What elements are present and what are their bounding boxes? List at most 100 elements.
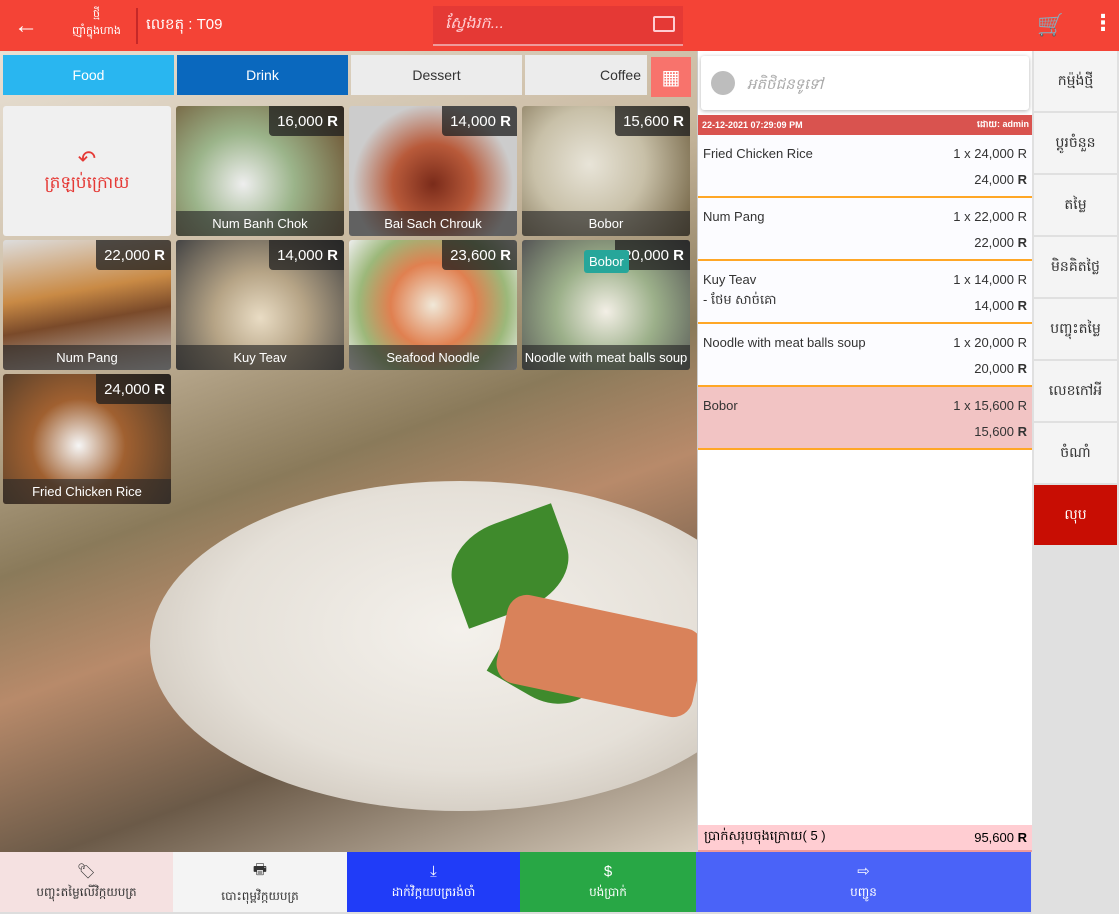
cart-add-icon[interactable]: 🛒	[1037, 12, 1064, 38]
price-value: 20,000	[623, 247, 669, 264]
product-price: 15,600 R	[615, 106, 690, 136]
product-grid: ↶ ត្រឡប់ក្រោយ 16,000 R Num Banh Chok 14,00…	[3, 106, 690, 504]
item-name: Bobor	[703, 398, 738, 413]
order-item[interactable]: Bobor 1 x 15,600 R 15,600 R	[698, 387, 1033, 450]
product-tile[interactable]: 23,600 R Seafood Noodle	[349, 240, 517, 370]
order-mode[interactable]: ថ្មី ញ៉ាំក្នុងហាង	[72, 6, 121, 40]
tab-coffee[interactable]: Coffee	[525, 55, 647, 95]
item-name: Noodle with meat balls soup	[703, 335, 866, 350]
customer-name: អតិថិជនទូទៅ	[747, 76, 824, 93]
side-action-7[interactable]: លុប	[1034, 485, 1117, 546]
printer-icon: 🖶	[252, 860, 268, 878]
tab-food[interactable]: Food	[3, 55, 174, 95]
product-name: Kuy Teav	[176, 345, 344, 370]
product-price: 14,000 R	[269, 240, 344, 270]
product-tile[interactable]: 20,000 R Bobor Noodle with meat balls soup	[522, 240, 690, 370]
side-action-3[interactable]: មិនគិតថ្លៃ	[1034, 237, 1117, 298]
bottom-action-label: បង់ប្រាក់	[589, 884, 627, 899]
item-total-value: 15,600	[974, 424, 1014, 439]
product-name: Num Banh Chok	[176, 211, 344, 236]
product-tile[interactable]: 14,000 R Kuy Teav	[176, 240, 344, 370]
product-name: Bai Sach Chrouk	[349, 211, 517, 236]
item-total-currency: R	[1017, 235, 1027, 250]
total-label: ប្រាក់សរុបចុងក្រោយ( 5 )	[704, 828, 826, 843]
tab-dessert[interactable]: Dessert	[351, 55, 522, 95]
item-qty-price: 1 x 15,600 R	[953, 398, 1027, 413]
tab-drink[interactable]: Drink	[177, 55, 348, 95]
back-arrow-icon[interactable]: ←	[14, 12, 38, 40]
item-qty-price: 1 x 24,000 R	[953, 146, 1027, 161]
back-tile[interactable]: ↶ ត្រឡប់ក្រោយ	[3, 106, 171, 236]
product-price: 22,000 R	[96, 240, 171, 270]
product-badge: Bobor	[584, 250, 629, 273]
search-input[interactable]	[433, 6, 633, 42]
bottom-action-download[interactable]: ⤓ ដាក់វិក្កយបត្ររង់ចាំ	[347, 852, 520, 912]
price-value: 14,000	[450, 113, 496, 130]
order-user: ដោយ: admin	[977, 118, 1029, 129]
bottom-actions: 🏷 បញ្ចុះតម្លៃលើវិក្កយបត្រ 🖶 បោះពុម្ពវិក្កយប…	[0, 852, 1031, 912]
side-action-0[interactable]: កម្ម៉ង់ថ្មី	[1034, 51, 1117, 112]
item-total: 15,600 R	[974, 424, 1027, 439]
price-currency: R	[673, 247, 684, 264]
product-tile[interactable]: 16,000 R Num Banh Chok	[176, 106, 344, 236]
order-item[interactable]: Kuy Teav 1 x 14,000 R - ថែម សាច់គោ 14,000 R	[698, 261, 1033, 324]
arrow-right-icon: ⇨	[857, 863, 870, 880]
mode-dine-in: ញ៉ាំក្នុងហាង	[72, 25, 121, 37]
keyboard-icon[interactable]	[653, 16, 675, 32]
side-action-4[interactable]: បញ្ចុះតម្លៃ	[1034, 299, 1117, 360]
undo-arrow-icon: ↶	[77, 145, 97, 171]
item-total-value: 22,000	[974, 235, 1014, 250]
price-value: 23,600	[450, 247, 496, 264]
item-qty-price: 1 x 14,000 R	[953, 272, 1027, 287]
bottom-action-printer[interactable]: 🖶 បោះពុម្ពវិក្កយបត្រ	[173, 852, 347, 912]
price-value: 24,000	[104, 381, 150, 398]
product-tile[interactable]: 22,000 R Num Pang	[3, 240, 171, 370]
order-item[interactable]: Num Pang 1 x 22,000 R 22,000 R	[698, 198, 1033, 261]
customer-selector[interactable]: អតិថិជនទូទៅ	[701, 56, 1029, 110]
item-total-currency: R	[1017, 298, 1027, 313]
bottom-action-label: បោះពុម្ពវិក្កយបត្រ	[221, 888, 299, 903]
product-name: Bobor	[522, 211, 690, 236]
product-tile[interactable]: 15,600 R Bobor	[522, 106, 690, 236]
grid-view-icon[interactable]: ▦	[651, 57, 691, 97]
price-currency: R	[500, 113, 511, 130]
side-action-1[interactable]: ប្តូរចំនួន	[1034, 113, 1117, 174]
item-total-value: 14,000	[974, 298, 1014, 313]
order-panel: អតិថិជនទូទៅ 22-12-2021 07:29:09 PM ដោយ: …	[697, 51, 1033, 852]
bottom-action-dollar[interactable]: $ បង់ប្រាក់	[520, 852, 696, 912]
product-tile[interactable]: 14,000 R Bai Sach Chrouk	[349, 106, 517, 236]
price-currency: R	[673, 113, 684, 130]
price-value: 14,000	[277, 247, 323, 264]
side-action-6[interactable]: ចំណាំ	[1034, 423, 1117, 484]
order-total: ប្រាក់សរុបចុងក្រោយ( 5 ) 95,600 R	[698, 825, 1033, 852]
table-number: លេខតុ : T09	[146, 16, 223, 33]
order-datetime: 22-12-2021 07:29:09 PM	[702, 120, 803, 130]
order-item[interactable]: Fried Chicken Rice 1 x 24,000 R 24,000 R	[698, 135, 1033, 198]
bottom-action-label: បញ្ជូន	[850, 885, 877, 899]
order-item[interactable]: Noodle with meat balls soup 1 x 20,000 R 2…	[698, 324, 1033, 387]
item-total: 20,000 R	[974, 361, 1027, 376]
item-total: 14,000 R	[974, 298, 1027, 313]
item-modifier: - ថែម សាច់គោ	[703, 292, 777, 307]
dollar-icon: $	[603, 862, 613, 880]
item-total-currency: R	[1017, 424, 1027, 439]
item-total-currency: R	[1017, 361, 1027, 376]
action-sidebar: កម្ម៉ង់ថ្មី ប្តូរចំនួន តម្លៃ មិនគិតថ្លៃ បញ្ច…	[1032, 51, 1119, 914]
product-price: 14,000 R	[442, 106, 517, 136]
item-total: 24,000 R	[974, 172, 1027, 187]
total-amount: 95,600 R	[974, 830, 1027, 845]
bottom-action-tag[interactable]: 🏷 បញ្ចុះតម្លៃលើវិក្កយបត្រ	[0, 852, 173, 912]
bottom-action-arrow-right[interactable]: ⇨ បញ្ជូន	[696, 852, 1031, 912]
category-tabs: Food Drink Dessert Coffee	[0, 55, 647, 95]
order-meta: 22-12-2021 07:29:09 PM ដោយ: admin	[698, 115, 1033, 135]
product-price: 24,000 R	[96, 374, 171, 404]
mode-new: ថ្មី	[92, 8, 100, 20]
more-vertical-icon[interactable]: ⋮	[1092, 10, 1114, 36]
top-bar: ← ថ្មី ញ៉ាំក្នុងហាង លេខតុ : T09 🛒 ⋮	[0, 0, 1119, 51]
product-tile[interactable]: 24,000 R Fried Chicken Rice	[3, 374, 171, 504]
back-tile-label: ត្រឡប់ក្រោយ	[44, 172, 130, 192]
side-action-5[interactable]: លេខកៅអី	[1034, 361, 1117, 422]
side-action-2[interactable]: តម្លៃ	[1034, 175, 1117, 236]
item-total-value: 24,000	[974, 172, 1014, 187]
search-box	[433, 6, 683, 46]
